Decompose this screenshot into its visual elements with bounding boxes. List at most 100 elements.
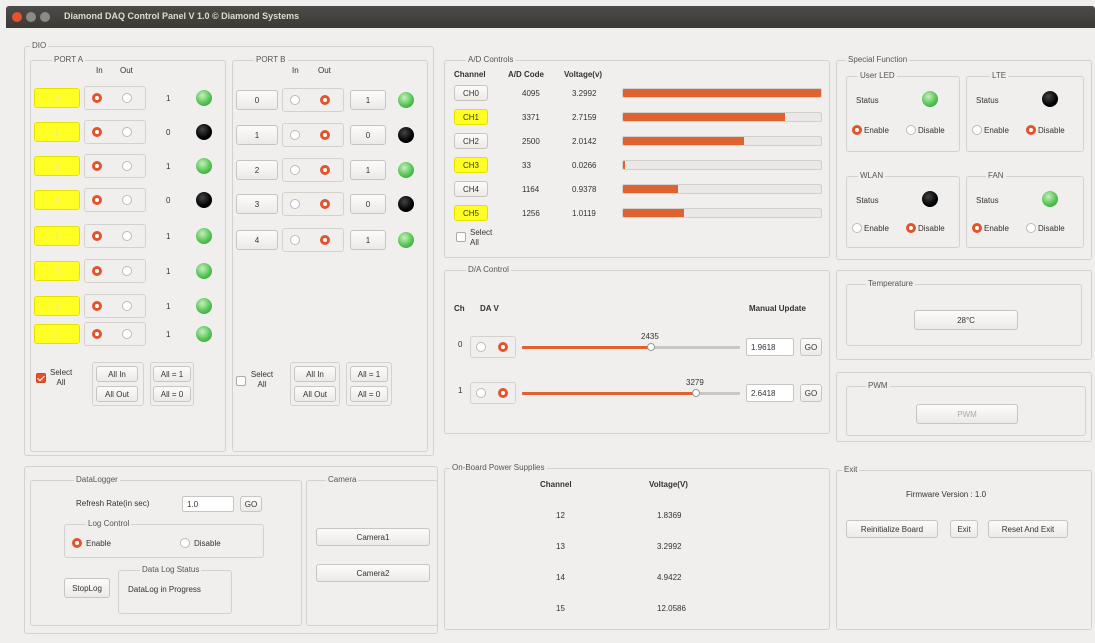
da-voltage-input[interactable]: 1.9618 bbox=[746, 338, 794, 356]
port-a-out-radio[interactable] bbox=[122, 93, 132, 103]
ad-channel-button[interactable]: CH5 bbox=[454, 205, 488, 221]
port-a-bit-button[interactable]: 4 bbox=[34, 226, 80, 246]
port-b-out-radio[interactable] bbox=[320, 130, 330, 140]
da-go-button[interactable]: GO bbox=[800, 384, 822, 402]
port-b-bit-button[interactable]: 0 bbox=[236, 90, 278, 110]
user-led-disable-radio[interactable] bbox=[906, 125, 916, 135]
port-b-value-button[interactable]: 0 bbox=[350, 194, 386, 214]
port-a-all-out-button[interactable]: All Out bbox=[96, 386, 138, 402]
port-b-all-1-button[interactable]: All = 1 bbox=[350, 366, 388, 382]
ad-channel-button[interactable]: CH1 bbox=[454, 109, 488, 125]
port-a-in-radio[interactable] bbox=[92, 301, 102, 311]
port-a-bit-button[interactable]: 0 bbox=[34, 88, 80, 108]
special-function-label: Special Function bbox=[846, 55, 910, 64]
fan-disable-radio[interactable] bbox=[1026, 223, 1036, 233]
ad-channel-button[interactable]: CH0 bbox=[454, 85, 488, 101]
port-a-bit-button[interactable]: 6 bbox=[34, 296, 80, 316]
da-slider-thumb[interactable] bbox=[647, 343, 655, 351]
ad-channel-button[interactable]: CH4 bbox=[454, 181, 488, 197]
log-enable-radio[interactable] bbox=[72, 538, 82, 548]
da-code-radio[interactable] bbox=[476, 342, 486, 352]
port-b-bit-button[interactable]: 4 bbox=[236, 230, 278, 250]
port-a-select-all-checkbox[interactable] bbox=[36, 373, 46, 383]
ad-channel-button[interactable]: CH2 bbox=[454, 133, 488, 149]
port-a-bit-button[interactable]: 1 bbox=[34, 122, 80, 142]
da-slider-fill bbox=[522, 346, 651, 349]
camera2-button[interactable]: Camera2 bbox=[316, 564, 430, 582]
da-slider-thumb[interactable] bbox=[692, 389, 700, 397]
maximize-icon[interactable] bbox=[40, 12, 50, 22]
da-go-button[interactable]: GO bbox=[800, 338, 822, 356]
port-b-value-button[interactable]: 1 bbox=[350, 230, 386, 250]
port-a-all-1-button[interactable]: All = 1 bbox=[153, 366, 191, 382]
da-voltage-input[interactable]: 2.6418 bbox=[746, 384, 794, 402]
port-b-all-0-button[interactable]: All = 0 bbox=[350, 386, 388, 402]
port-a-bit-button[interactable]: 7 bbox=[34, 324, 80, 344]
port-b-bit-button[interactable]: 1 bbox=[236, 125, 278, 145]
stop-log-button[interactable]: StopLog bbox=[64, 578, 110, 598]
port-b-value-button[interactable]: 1 bbox=[350, 90, 386, 110]
fan-enable-radio[interactable] bbox=[972, 223, 982, 233]
port-b-status-led bbox=[398, 92, 414, 108]
ad-select-all-checkbox[interactable] bbox=[456, 232, 466, 242]
port-a-out-radio[interactable] bbox=[122, 266, 132, 276]
user-led-enable-radio[interactable] bbox=[852, 125, 862, 135]
port-a-in-radio[interactable] bbox=[92, 266, 102, 276]
port-a-in-radio[interactable] bbox=[92, 127, 102, 137]
ad-channel-button[interactable]: CH3 bbox=[454, 157, 488, 173]
port-b-all-in-button[interactable]: All In bbox=[294, 366, 336, 382]
port-b-in-radio[interactable] bbox=[290, 130, 300, 140]
port-b-out-radio[interactable] bbox=[320, 165, 330, 175]
port-a-in-radio[interactable] bbox=[92, 93, 102, 103]
port-a-bit-button[interactable]: 5 bbox=[34, 261, 80, 281]
port-a-all-in-button[interactable]: All In bbox=[96, 366, 138, 382]
port-a-bit-button[interactable]: 2 bbox=[34, 156, 80, 176]
port-b-in-radio[interactable] bbox=[290, 165, 300, 175]
camera1-button[interactable]: Camera1 bbox=[316, 528, 430, 546]
port-a-in-radio[interactable] bbox=[92, 161, 102, 171]
port-a-out-radio[interactable] bbox=[122, 301, 132, 311]
da-voltage-radio[interactable] bbox=[498, 388, 508, 398]
port-b-in-radio[interactable] bbox=[290, 235, 300, 245]
port-a-in-radio[interactable] bbox=[92, 329, 102, 339]
close-icon[interactable] bbox=[12, 12, 22, 22]
port-b-value-button[interactable]: 0 bbox=[350, 125, 386, 145]
port-a-out-radio[interactable] bbox=[122, 231, 132, 241]
reset-and-exit-button[interactable]: Reset And Exit bbox=[988, 520, 1068, 538]
minimize-icon[interactable] bbox=[26, 12, 36, 22]
window-title: Diamond DAQ Control Panel V 1.0 © Diamon… bbox=[64, 11, 300, 21]
reinitialize-board-button[interactable]: Reinitialize Board bbox=[846, 520, 938, 538]
port-b-all-out-button[interactable]: All Out bbox=[294, 386, 336, 402]
port-b-bit-button[interactable]: 3 bbox=[236, 194, 278, 214]
power-supplies-group bbox=[444, 468, 830, 630]
port-a-in-radio[interactable] bbox=[92, 231, 102, 241]
da-code-radio[interactable] bbox=[476, 388, 486, 398]
port-a-out-radio[interactable] bbox=[122, 161, 132, 171]
da-slider-fill bbox=[522, 392, 696, 395]
log-disable-radio[interactable] bbox=[180, 538, 190, 548]
port-a-all-0-button[interactable]: All = 0 bbox=[153, 386, 191, 402]
port-a-out-radio[interactable] bbox=[122, 329, 132, 339]
port-a-bit-button[interactable]: 3 bbox=[34, 190, 80, 210]
lte-enable-radio[interactable] bbox=[972, 125, 982, 135]
fan-status-led bbox=[1042, 191, 1058, 207]
port-a-out-radio[interactable] bbox=[122, 195, 132, 205]
wlan-disable-radio[interactable] bbox=[906, 223, 916, 233]
port-b-bit-button[interactable]: 2 bbox=[236, 160, 278, 180]
refresh-go-button[interactable]: GO bbox=[240, 496, 262, 512]
exit-button[interactable]: Exit bbox=[950, 520, 978, 538]
wlan-enable-radio[interactable] bbox=[852, 223, 862, 233]
port-b-in-radio[interactable] bbox=[290, 199, 300, 209]
port-b-out-radio[interactable] bbox=[320, 199, 330, 209]
refresh-rate-input[interactable]: 1.0 bbox=[182, 496, 234, 512]
lte-disable-radio[interactable] bbox=[1026, 125, 1036, 135]
pwm-button[interactable]: PWM bbox=[916, 404, 1018, 424]
port-b-in-radio[interactable] bbox=[290, 95, 300, 105]
da-voltage-radio[interactable] bbox=[498, 342, 508, 352]
port-b-out-radio[interactable] bbox=[320, 95, 330, 105]
port-b-out-radio[interactable] bbox=[320, 235, 330, 245]
port-b-value-button[interactable]: 1 bbox=[350, 160, 386, 180]
port-b-select-all-checkbox[interactable] bbox=[236, 376, 246, 386]
port-a-out-radio[interactable] bbox=[122, 127, 132, 137]
port-a-in-radio[interactable] bbox=[92, 195, 102, 205]
